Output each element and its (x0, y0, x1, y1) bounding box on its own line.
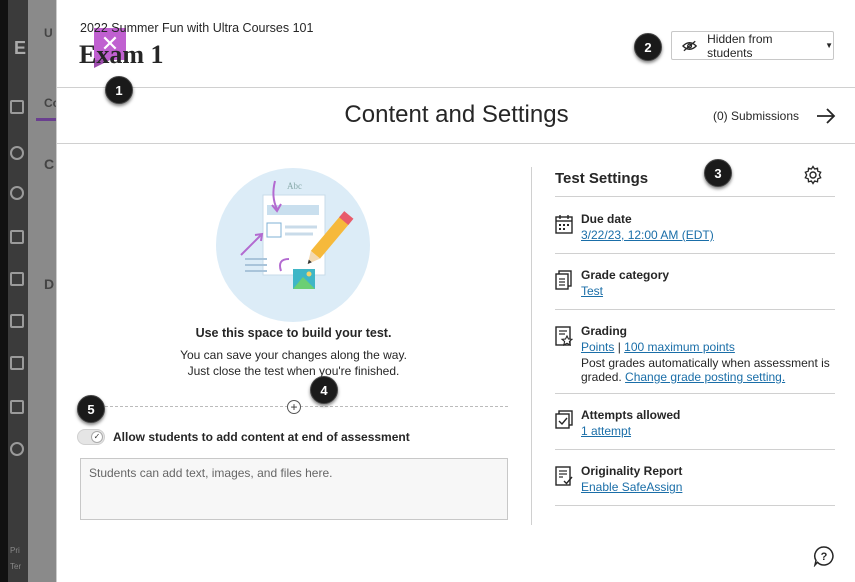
background-small-text: Ter (10, 562, 22, 571)
settings-divider (555, 449, 835, 450)
background-app-strip: U E Co C D Pri Ter (0, 0, 60, 582)
builder-description: Just close the test when you're finished… (187, 364, 400, 378)
illustration-abc-text: Abc (287, 181, 302, 191)
column-divider (531, 167, 532, 525)
background-fragment: E (14, 38, 27, 58)
background-globe-icon (10, 186, 24, 200)
settings-divider (555, 253, 835, 254)
max-points-link[interactable]: 100 maximum points (624, 340, 735, 354)
setting-title: Due date (581, 212, 632, 226)
background-tools-icon (10, 400, 24, 414)
grading-schema-link[interactable]: Points (581, 340, 614, 354)
attempts-icon (555, 410, 573, 429)
background-courses-icon (10, 230, 24, 244)
grading-separator: | (617, 340, 621, 354)
grading-description: Post grades automatically when assessmen… (581, 356, 837, 384)
allow-content-label: Allow students to add content at end of … (113, 430, 410, 444)
background-small-text: Pri (10, 546, 20, 555)
settings-divider (555, 505, 835, 506)
setting-title: Attempts allowed (581, 408, 681, 422)
background-messages-icon (10, 314, 24, 328)
builder-title: Use this space to build your test. (195, 326, 392, 340)
arrow-right-icon[interactable] (814, 104, 838, 128)
content-bar-divider (57, 143, 855, 144)
add-content-button[interactable]: + (287, 400, 301, 414)
callout-badge: 4 (310, 376, 338, 404)
grade-category-icon (555, 270, 572, 290)
settings-title: Test Settings (555, 170, 649, 187)
builder-description: You can save your changes along the way. (180, 348, 407, 362)
allow-content-toggle[interactable]: ✓ (77, 429, 105, 445)
originality-icon (555, 466, 573, 486)
background-signout-icon (10, 442, 24, 456)
plus-icon: + (290, 400, 298, 414)
attempts-link[interactable]: 1 attempt (581, 424, 631, 438)
settings-divider (555, 393, 835, 394)
background-grades-icon (10, 356, 24, 370)
eye-slash-icon (682, 40, 698, 51)
setting-title: Grade category (581, 268, 670, 282)
test-builder-illustration-icon: Abc (216, 168, 370, 322)
enable-safeassign-link[interactable]: Enable SafeAssign (581, 480, 682, 494)
settings-divider (555, 196, 835, 197)
grade-category-link[interactable]: Test (581, 284, 603, 298)
exam-panel: ✕ 2022 Summer Fun with Ultra Courses 101… (56, 0, 855, 582)
calendar-icon (555, 215, 573, 234)
background-fragment: U (44, 26, 53, 40)
background-fragment: D (44, 276, 55, 292)
setting-title: Grading (581, 324, 628, 338)
background-calendar-icon (10, 272, 24, 286)
svg-text:?: ? (821, 551, 828, 563)
help-icon[interactable]: ? (813, 545, 835, 567)
change-grade-posting-link[interactable]: Change grade posting setting. (625, 370, 785, 384)
checkmark-icon: ✓ (91, 431, 103, 443)
background-profile-icon (10, 146, 24, 160)
callout-badge: 2 (634, 33, 662, 61)
course-name: 2022 Summer Fun with Ultra Courses 101 (80, 21, 314, 35)
chevron-down-icon: ▼ (825, 41, 833, 50)
callout-badge: 1 (105, 76, 133, 104)
page-title[interactable]: Exam 1 (79, 40, 164, 70)
due-date-link[interactable]: 3/22/23, 12:00 AM (EDT) (581, 228, 714, 242)
submissions-link[interactable]: (0) Submissions (713, 109, 799, 123)
setting-title: Originality Report (581, 464, 683, 478)
student-content-area[interactable]: Students can add text, images, and files… (80, 458, 508, 520)
background-fragment: C (44, 156, 55, 172)
grading-values: Points | 100 maximum points (581, 340, 735, 354)
background-dark-bar (0, 0, 8, 582)
visibility-label: Hidden from students (707, 31, 773, 60)
grading-icon (555, 326, 573, 346)
gear-icon[interactable] (803, 165, 823, 185)
settings-divider (555, 309, 835, 310)
callout-badge: 3 (704, 159, 732, 187)
callout-badge: 5 (77, 395, 105, 423)
background-institution-icon (10, 100, 24, 114)
header-divider (57, 87, 855, 88)
visibility-dropdown[interactable]: Hidden from students ▼ (671, 31, 834, 60)
student-content-placeholder: Students can add text, images, and files… (89, 466, 333, 480)
